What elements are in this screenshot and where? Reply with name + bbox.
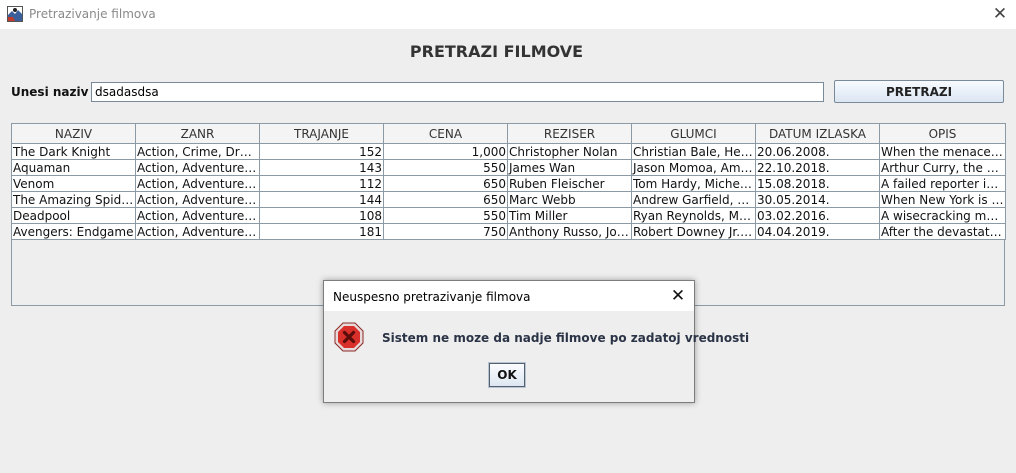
dialog-titlebar: Neuspesno pretrazivanje filmova ✕ [324,281,694,311]
cell-opis[interactable]: When New York is p... [879,191,1006,208]
cell-trajanje[interactable]: 152 [259,143,384,160]
cell-glumci[interactable]: Robert Downey Jr., ... [631,223,756,240]
results-table-panel: NAZIV ZANR TRAJANJE CENA REZISER GLUMCI … [11,123,1006,306]
error-dialog: Neuspesno pretrazivanje filmova ✕ Sistem… [323,280,749,403]
search-label: Unesi naziv [11,85,89,99]
window-close-button[interactable]: ✕ [989,3,1011,25]
table-row[interactable]: The Dark Knight Action, Crime, Drama 152… [11,143,1006,160]
cell-reziser[interactable]: Christopher Nolan [507,143,632,160]
table-row[interactable]: Venom Action, Adventure, S... 112 650 Ru… [11,175,1006,192]
cell-reziser[interactable]: Ruben Fleischer [507,175,632,192]
cell-zanr[interactable]: Action, Adventure, S... [135,191,260,208]
column-header-reziser[interactable]: REZISER [507,123,632,144]
column-header-naziv[interactable]: NAZIV [11,123,136,144]
table-row[interactable]: Aquaman Action, Adventure, F... 143 550 … [11,159,1006,176]
cell-glumci[interactable]: Ryan Reynolds, Mor... [631,207,756,224]
app-icon [7,6,23,22]
cell-opis[interactable]: A failed reporter is b... [879,175,1006,192]
cell-datum-izlaska[interactable]: 15.08.2018. [755,175,880,192]
cell-glumci[interactable]: Jason Momoa, Amb... [631,159,756,176]
column-header-opis[interactable]: OPIS [879,123,1006,144]
cell-datum-izlaska[interactable]: 20.06.2008. [755,143,880,160]
error-icon [334,322,364,352]
column-header-glumci[interactable]: GLUMCI [631,123,756,144]
cell-naziv[interactable]: Deadpool [11,207,136,224]
column-header-cena[interactable]: CENA [383,123,508,144]
window-title: Pretrazivanje filmova [29,7,156,21]
dialog-title: Neuspesno pretrazivanje filmova [333,290,531,304]
cell-datum-izlaska[interactable]: 22.10.2018. [755,159,880,176]
results-table: NAZIV ZANR TRAJANJE CENA REZISER GLUMCI … [11,123,1006,240]
cell-datum-izlaska[interactable]: 04.04.2019. [755,223,880,240]
dialog-message: Sistem ne moze da nadje filmove po zadat… [382,331,750,345]
cell-cena[interactable]: 750 [383,223,508,240]
cell-glumci[interactable]: Christian Bale, Heat... [631,143,756,160]
search-input[interactable] [91,82,824,102]
column-header-datum-izlaska[interactable]: DATUM IZLASKA [755,123,880,144]
cell-cena[interactable]: 550 [383,207,508,224]
table-row[interactable]: The Amazing Spider... Action, Adventure,… [11,191,1006,208]
cell-glumci[interactable]: Tom Hardy, Michelle... [631,175,756,192]
cell-cena[interactable]: 1,000 [383,143,508,160]
window-titlebar: Pretrazivanje filmova ✕ [0,0,1016,29]
cell-zanr[interactable]: Action, Adventure, F... [135,159,260,176]
cell-reziser[interactable]: James Wan [507,159,632,176]
cell-datum-izlaska[interactable]: 03.02.2016. [755,207,880,224]
cell-opis[interactable]: When the menace k... [879,143,1006,160]
cell-naziv[interactable]: Avengers: Endgame [11,223,136,240]
cell-naziv[interactable]: The Dark Knight [11,143,136,160]
cell-trajanje[interactable]: 108 [259,207,384,224]
cell-cena[interactable]: 650 [383,191,508,208]
cell-cena[interactable]: 550 [383,159,508,176]
search-button[interactable]: PRETRAZI [834,80,1004,103]
column-header-zanr[interactable]: ZANR [135,123,260,144]
cell-naziv[interactable]: Aquaman [11,159,136,176]
cell-datum-izlaska[interactable]: 30.05.2014. [755,191,880,208]
cell-reziser[interactable]: Anthony Russo, Joe ... [507,223,632,240]
dialog-close-button[interactable]: ✕ [667,285,689,307]
cell-trajanje[interactable]: 144 [259,191,384,208]
cell-opis[interactable]: A wisecracking mer... [879,207,1006,224]
table-row[interactable]: Deadpool Action, Adventure, C... 108 550… [11,207,1006,224]
cell-reziser[interactable]: Tim Miller [507,207,632,224]
ok-button[interactable]: OK [488,362,526,388]
cell-opis[interactable]: Arthur Curry, the hu... [879,159,1006,176]
cell-zanr[interactable]: Action, Adventure, C... [135,207,260,224]
page-title: PRETRAZI FILMOVE [409,42,584,61]
column-header-trajanje[interactable]: TRAJANJE [259,123,384,144]
cell-trajanje[interactable]: 112 [259,175,384,192]
table-row[interactable]: Avengers: Endgame Action, Adventure, Dr.… [11,223,1006,240]
cell-cena[interactable]: 650 [383,175,508,192]
cell-zanr[interactable]: Action, Crime, Drama [135,143,260,160]
cell-opis[interactable]: After the devastating... [879,223,1006,240]
cell-trajanje[interactable]: 143 [259,159,384,176]
cell-naziv[interactable]: The Amazing Spider... [11,191,136,208]
cell-trajanje[interactable]: 181 [259,223,384,240]
cell-zanr[interactable]: Action, Adventure, Dr... [135,223,260,240]
cell-zanr[interactable]: Action, Adventure, S... [135,175,260,192]
cell-naziv[interactable]: Venom [11,175,136,192]
cell-glumci[interactable]: Andrew Garfield, Em... [631,191,756,208]
table-header-row: NAZIV ZANR TRAJANJE CENA REZISER GLUMCI … [11,123,1006,144]
cell-reziser[interactable]: Marc Webb [507,191,632,208]
